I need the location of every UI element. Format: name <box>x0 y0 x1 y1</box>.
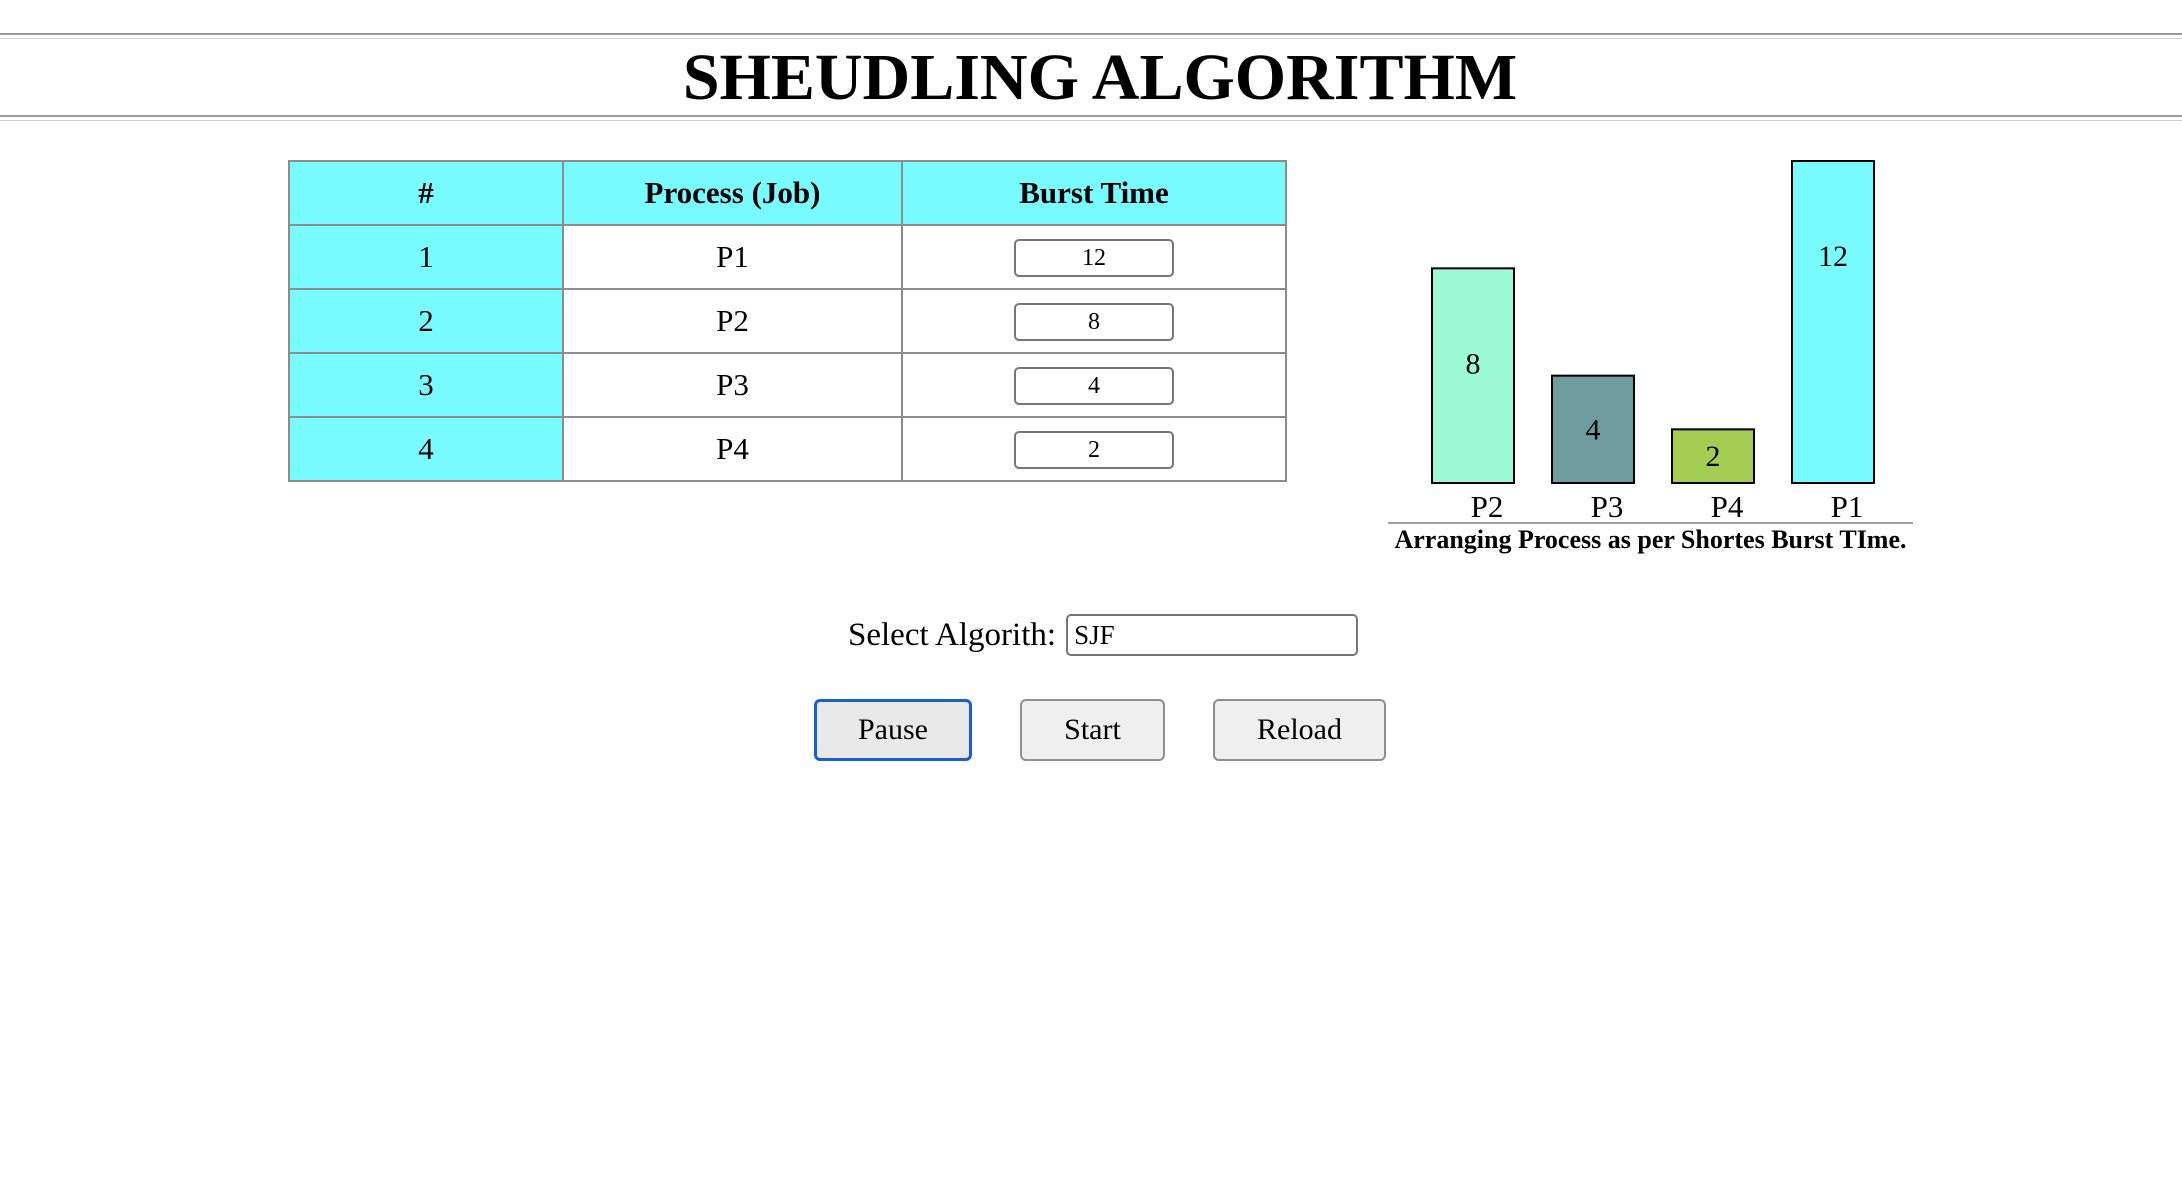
page-title: SHEUDLING ALGORITHM <box>682 41 1518 114</box>
reload-button[interactable]: Reload <box>1213 699 1386 761</box>
row-process: P2 <box>562 288 903 354</box>
row-process: P1 <box>562 224 903 290</box>
row-index: 1 <box>288 224 564 290</box>
chart-category-label: P4 <box>1711 489 1744 524</box>
chart-caption: Arranging Process as per Shortes Burst T… <box>1394 525 1907 554</box>
page: SHEUDLING ALGORITHM # Process (Job) Burs… <box>0 0 2182 1182</box>
algorithm-label: Select Algorith: <box>848 616 1057 653</box>
row-index: 3 <box>288 352 564 418</box>
chart-value-label: 8 <box>1466 347 1481 380</box>
chart-category-label: P1 <box>1831 489 1864 524</box>
table-row: 3 P3 <box>288 352 1287 418</box>
chart-svg: 8 P2 4 P3 2 P4 12 P1 <box>1388 160 1913 524</box>
table-row: 4 P4 <box>288 416 1287 482</box>
burst-time-chart: 8 P2 4 P3 2 P4 12 P1 Arranging Process as per S… <box>1388 155 1913 560</box>
burst-time-input[interactable] <box>1014 367 1174 406</box>
chart-value-label: 2 <box>1706 440 1721 473</box>
table-row: 1 P1 <box>288 224 1287 290</box>
row-index: 2 <box>288 288 564 354</box>
row-burst-cell <box>901 416 1287 482</box>
algorithm-input[interactable] <box>1066 614 1359 656</box>
row-burst-cell <box>901 352 1287 418</box>
chart-value-label: 12 <box>1818 240 1848 273</box>
chart-value-label: 4 <box>1586 413 1601 446</box>
start-button[interactable]: Start <box>1020 699 1165 761</box>
table-header-row: # Process (Job) Burst Time <box>288 160 1287 226</box>
chart-bar <box>1791 160 1875 484</box>
row-process: P3 <box>562 352 903 418</box>
burst-time-input[interactable] <box>1014 303 1174 342</box>
row-index: 4 <box>288 416 564 482</box>
burst-time-input[interactable] <box>1014 431 1174 470</box>
process-table: # Process (Job) Burst Time 1 P1 2 P2 <box>288 160 1287 482</box>
pause-button[interactable]: Pause <box>814 699 972 761</box>
algorithm-select-row: Select Algorith: <box>848 614 1359 656</box>
row-burst-cell <box>901 288 1287 354</box>
row-process: P4 <box>562 416 903 482</box>
chart-category-label: P2 <box>1471 489 1504 524</box>
burst-time-input[interactable] <box>1014 239 1174 278</box>
column-header-index: # <box>288 160 564 226</box>
chart-category-label: P3 <box>1591 489 1624 524</box>
column-header-process: Process (Job) <box>562 160 903 226</box>
column-header-burst-time: Burst Time <box>901 160 1287 226</box>
header-rule-bottom <box>0 115 2182 121</box>
row-burst-cell <box>901 224 1287 290</box>
table-row: 2 P2 <box>288 288 1287 354</box>
